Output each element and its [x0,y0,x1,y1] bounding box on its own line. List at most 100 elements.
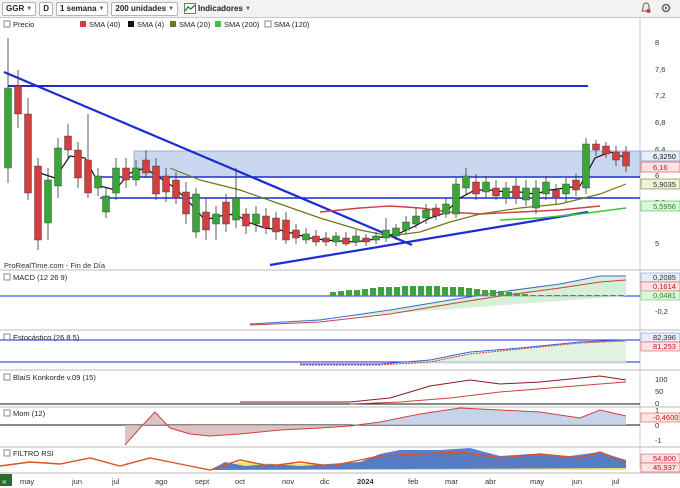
candle-body [552,189,560,199]
legend-swatch-sma4 [128,21,134,27]
candle-body [292,229,300,239]
macd-histogram-bar [602,295,608,296]
candle-body [302,233,310,241]
macd-histogram-bar [538,295,544,296]
period-selector[interactable]: 1 semana ▼ [55,1,109,16]
macd-histogram-bar [546,295,552,296]
candle-body [522,187,530,201]
candle-body [212,213,220,225]
legend-swatch-sma20 [170,21,176,27]
candle-body [14,85,22,115]
candle-body [272,217,280,233]
time-tick: abr [485,477,496,486]
blais-label: BlaiS Konkorde v.09 (15) [13,373,96,382]
candle-body [352,235,360,243]
price-tick: 5 [655,239,659,248]
candle-body [382,229,390,239]
candle-body [572,179,580,191]
blais-swatch [3,373,11,381]
candle-body [472,181,480,195]
mom-axis-tick: 0 [655,421,659,430]
macd-histogram-bar [426,286,432,296]
macd-histogram-bar [442,287,448,296]
candle-body [432,207,440,217]
macd-label: MACD (12 26 9) [13,273,68,282]
macd-tag: 0,2085 [653,273,676,282]
candle-body [4,87,12,169]
price-tag: 6,3250 [653,152,676,161]
legend-sma20: SMA (20) [179,20,211,29]
indicators-button[interactable]: Indicadores ▼ [181,2,254,16]
legend-sma200: SMA (200) [224,20,260,29]
indicators-icon [184,3,197,14]
d-button[interactable]: D [39,1,53,16]
candle-body [322,237,330,243]
candle-body [602,145,610,155]
candle-body [422,209,430,219]
stoch-tag: 82,396 [653,333,676,342]
time-axis: « may jun jul ago sept oct nov dic 2024 … [0,472,680,486]
candle-body [102,195,110,213]
macd-histogram-bar [586,295,592,296]
candle-body [112,167,120,194]
macd-histogram-bar [434,286,440,296]
macd-axis-tick: -0,2 [655,307,668,316]
rsi-panel: FILTRO RSI 54,800 45,937 [0,446,680,473]
macd-histogram-bar [450,287,456,296]
alert-icon[interactable] [640,2,652,14]
candle-body [142,159,150,174]
macd-histogram-bar [490,290,496,296]
candle-body [312,235,320,243]
macd-histogram-bar [594,295,600,296]
macd-histogram-bar [338,291,344,296]
macd-histogram-bar [378,287,384,296]
candle-body [592,143,600,151]
price-tag: 5,9035 [653,180,676,189]
watermark: ProRealTime.com - Fin de Día [4,261,106,270]
blais-line-1 [240,375,627,403]
macd-histogram-bar [402,286,408,296]
chart-area[interactable]: Precio SMA (40) SMA (4) SMA (20) SMA (20… [0,18,680,488]
price-axis: 8 7,6 7,2 6,8 6,4 6 5,6 5 6,3250 6,16 5,… [640,38,680,248]
candle-body [392,227,400,237]
d-label: D [43,4,49,13]
candle-body [84,159,92,194]
legend-sma120: SMA (120) [274,20,310,29]
candle-body [532,187,540,209]
price-tick: 6,8 [655,118,665,127]
macd-histogram-bar [346,290,352,296]
price-tick: 8 [655,38,659,47]
legend-sma4: SMA (4) [137,20,165,29]
chevron-left-icon[interactable]: « [2,477,7,486]
time-tick: dic [320,477,330,486]
units-label: 200 unidades [115,4,167,13]
mom-label: Mom (12) [13,409,46,418]
candle-body [512,185,520,199]
macd-histogram-bar [370,288,376,296]
legend-price: Precio [13,20,34,29]
macd-histogram-bar [330,292,336,296]
time-tick: may [530,477,544,486]
macd-histogram-bar [562,295,568,296]
macd-tag: 0,1614 [653,282,676,291]
candle-body [44,179,52,224]
units-selector[interactable]: 200 unidades ▼ [111,1,179,16]
settings-icon[interactable] [660,2,672,14]
chevron-down-icon: ▼ [244,5,251,12]
macd-histogram-bar [522,294,528,296]
price-panel-bg [0,18,640,270]
price-tick: 7,2 [655,91,665,100]
macd-histogram-bar [354,290,360,296]
resistance-zone [133,150,641,178]
time-tick: nov [282,477,294,486]
time-tick: jun [571,477,582,486]
candle-body [252,213,260,225]
mom-swatch [3,409,11,417]
macd-histogram-bar [530,295,536,296]
time-tick: sept [195,477,210,486]
macd-histogram-bar [618,295,624,296]
symbol-selector[interactable]: GGR ▼ [2,1,37,16]
macd-histogram-bar [394,287,400,296]
candle-body [94,175,102,189]
macd-histogram-bar [482,290,488,296]
